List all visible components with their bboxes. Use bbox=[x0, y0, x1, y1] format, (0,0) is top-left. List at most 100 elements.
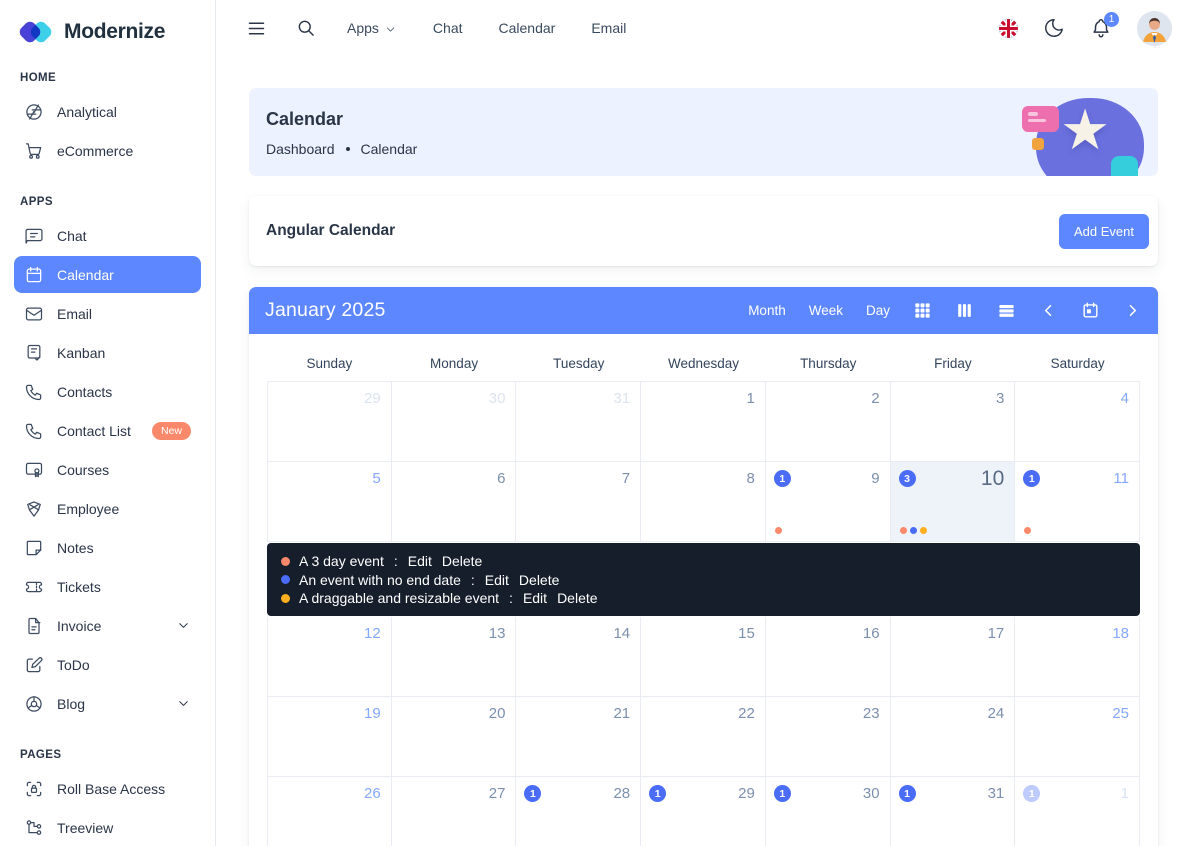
calendar-day-cell-19[interactable]: 19 bbox=[267, 697, 392, 777]
event-count-badge[interactable]: 1 bbox=[774, 470, 791, 487]
sidebar-item-employee[interactable]: Employee bbox=[14, 490, 201, 527]
calendar-day-cell-13[interactable]: 13 bbox=[392, 617, 517, 697]
today-calendar-icon[interactable] bbox=[1081, 301, 1100, 320]
calendar-day-cell-4[interactable]: 4 bbox=[1015, 382, 1140, 462]
calendar-day-cell-24[interactable]: 24 bbox=[891, 697, 1016, 777]
calendar-day-cell-9[interactable]: 19 bbox=[766, 462, 891, 542]
rows-view-icon[interactable] bbox=[997, 301, 1016, 320]
calendar-day-cell-29-out[interactable]: 29 bbox=[267, 382, 392, 462]
calendar-day-cell-29[interactable]: 1 29 bbox=[641, 777, 766, 846]
calendar-day-cell-10[interactable]: 310 bbox=[891, 462, 1016, 542]
calendar-day-cell-20[interactable]: 20 bbox=[392, 697, 517, 777]
view-button-week[interactable]: Week bbox=[809, 303, 843, 318]
columns-view-icon[interactable] bbox=[955, 301, 974, 320]
sidebar-item-contact-list[interactable]: Contact ListNew bbox=[14, 412, 201, 449]
event-title[interactable]: A 3 day event bbox=[299, 552, 384, 570]
calendar-day-cell-15[interactable]: 15 bbox=[641, 617, 766, 697]
sidebar-item-tickets[interactable]: Tickets bbox=[14, 568, 201, 605]
calendar-day-cell-12[interactable]: 12 bbox=[267, 617, 392, 697]
calendar-day-cell-23[interactable]: 23 bbox=[766, 697, 891, 777]
sidebar-item-chat[interactable]: Chat bbox=[14, 217, 201, 254]
calendar-day-cell-25[interactable]: 25 bbox=[1015, 697, 1140, 777]
topnav-item-chat[interactable]: Chat bbox=[433, 20, 463, 36]
next-month-icon[interactable] bbox=[1123, 301, 1142, 320]
grid-view-icon[interactable] bbox=[913, 301, 932, 320]
sidebar-item-notes[interactable]: Notes bbox=[14, 529, 201, 566]
event-dot-orange[interactable] bbox=[1024, 527, 1031, 534]
event-count-badge[interactable]: 1 bbox=[524, 785, 541, 802]
calendar-day-cell-1[interactable]: 1 bbox=[641, 382, 766, 462]
calendar-day-cell-1-out[interactable]: 11 bbox=[1015, 777, 1140, 846]
search-icon[interactable] bbox=[296, 18, 316, 38]
calendar-day-cell-3[interactable]: 3 bbox=[891, 382, 1016, 462]
brand-logo[interactable]: Modernize bbox=[14, 0, 201, 45]
sidebar-item-blog[interactable]: Blog bbox=[14, 685, 201, 722]
event-dot-orange[interactable] bbox=[775, 527, 782, 534]
calendar-day-cell-11[interactable]: 111 bbox=[1015, 462, 1140, 542]
calendar-day-cell-31[interactable]: 131 bbox=[891, 777, 1016, 846]
event-count-badge[interactable]: 1 bbox=[774, 785, 791, 802]
event-edit-link[interactable]: Edit bbox=[408, 552, 432, 570]
event-count-badge[interactable]: 1 bbox=[1023, 470, 1040, 487]
event-count-badge[interactable]: 3 bbox=[899, 470, 916, 487]
calendar-day-cell-16[interactable]: 16 bbox=[766, 617, 891, 697]
calendar-day-cell-8[interactable]: 8 bbox=[641, 462, 766, 542]
chevron-down-icon[interactable] bbox=[176, 618, 191, 633]
sidebar-item-todo[interactable]: ToDo bbox=[14, 646, 201, 683]
chevron-down-icon[interactable] bbox=[176, 696, 191, 711]
calendar-day-cell-21[interactable]: 21 bbox=[516, 697, 641, 777]
calendar-day-cell-26[interactable]: 26 bbox=[267, 777, 392, 846]
event-count-badge[interactable]: 1 bbox=[649, 785, 666, 802]
dark-mode-moon-icon[interactable] bbox=[1043, 17, 1065, 39]
topnav-item-email[interactable]: Email bbox=[591, 20, 626, 36]
topnav-item-calendar[interactable]: Calendar bbox=[499, 20, 556, 36]
hamburger-menu-icon[interactable] bbox=[246, 18, 267, 39]
calendar-day-cell-31-out[interactable]: 31 bbox=[516, 382, 641, 462]
calendar-day-cell-30[interactable]: 130 bbox=[766, 777, 891, 846]
calendar-day-cell-27[interactable]: 27 bbox=[392, 777, 517, 846]
calendar-day-cell-18[interactable]: 18 bbox=[1015, 617, 1140, 697]
calendar-day-cell-5[interactable]: 5 bbox=[267, 462, 392, 542]
view-button-month[interactable]: Month bbox=[748, 303, 786, 318]
event-count-badge[interactable]: 1 bbox=[1023, 785, 1040, 802]
event-delete-link[interactable]: Delete bbox=[519, 571, 559, 589]
sidebar-item-invoice[interactable]: Invoice bbox=[14, 607, 201, 644]
sidebar-item-contacts[interactable]: Contacts bbox=[14, 373, 201, 410]
user-avatar[interactable] bbox=[1137, 11, 1172, 46]
event-delete-link[interactable]: Delete bbox=[557, 589, 597, 607]
topnav-item-apps[interactable]: Apps bbox=[347, 20, 397, 36]
calendar-day-cell-22[interactable]: 22 bbox=[641, 697, 766, 777]
event-delete-link[interactable]: Delete bbox=[442, 552, 482, 570]
event-dot-orange[interactable] bbox=[900, 527, 907, 534]
view-button-day[interactable]: Day bbox=[866, 303, 890, 318]
event-count-badge[interactable]: 1 bbox=[899, 785, 916, 802]
sidebar-item-label: Employee bbox=[57, 501, 119, 517]
event-edit-link[interactable]: Edit bbox=[523, 589, 547, 607]
event-title[interactable]: An event with no end date bbox=[299, 571, 461, 589]
breadcrumb-item-dashboard[interactable]: Dashboard bbox=[266, 141, 335, 157]
sidebar-item-email[interactable]: Email bbox=[14, 295, 201, 332]
sidebar-item-courses[interactable]: Courses bbox=[14, 451, 201, 488]
calendar-day-cell-6[interactable]: 6 bbox=[392, 462, 517, 542]
event-title[interactable]: A draggable and resizable event bbox=[299, 589, 499, 607]
previous-month-icon[interactable] bbox=[1039, 301, 1058, 320]
sidebar-item-kanban[interactable]: Kanban bbox=[14, 334, 201, 371]
sidebar-item-analytical[interactable]: Analytical bbox=[14, 93, 201, 130]
add-event-button[interactable]: Add Event bbox=[1059, 214, 1149, 249]
calendar-day-cell-28[interactable]: 128 bbox=[516, 777, 641, 846]
language-flag-icon[interactable] bbox=[999, 19, 1018, 38]
calendar-day-cell-7[interactable]: 7 bbox=[516, 462, 641, 542]
event-dot-blue[interactable] bbox=[910, 527, 917, 534]
notifications-bell-icon[interactable]: 1 bbox=[1090, 17, 1112, 39]
calendar-day-cell-30-out[interactable]: 30 bbox=[392, 382, 517, 462]
sidebar-item-calendar[interactable]: Calendar bbox=[14, 256, 201, 293]
calendar-day-cell-2[interactable]: 2 bbox=[766, 382, 891, 462]
event-edit-link[interactable]: Edit bbox=[485, 571, 509, 589]
calendar-day-cell-14[interactable]: 14 bbox=[516, 617, 641, 697]
calendar-day-cell-17[interactable]: 17 bbox=[891, 617, 1016, 697]
day-number: 29 bbox=[738, 785, 755, 802]
sidebar-item-roll-base-access[interactable]: Roll Base Access bbox=[14, 770, 201, 807]
sidebar-item-treeview[interactable]: Treeview bbox=[14, 809, 201, 846]
event-dot-amber[interactable] bbox=[920, 527, 927, 534]
sidebar-item-ecommerce[interactable]: eCommerce bbox=[14, 132, 201, 169]
